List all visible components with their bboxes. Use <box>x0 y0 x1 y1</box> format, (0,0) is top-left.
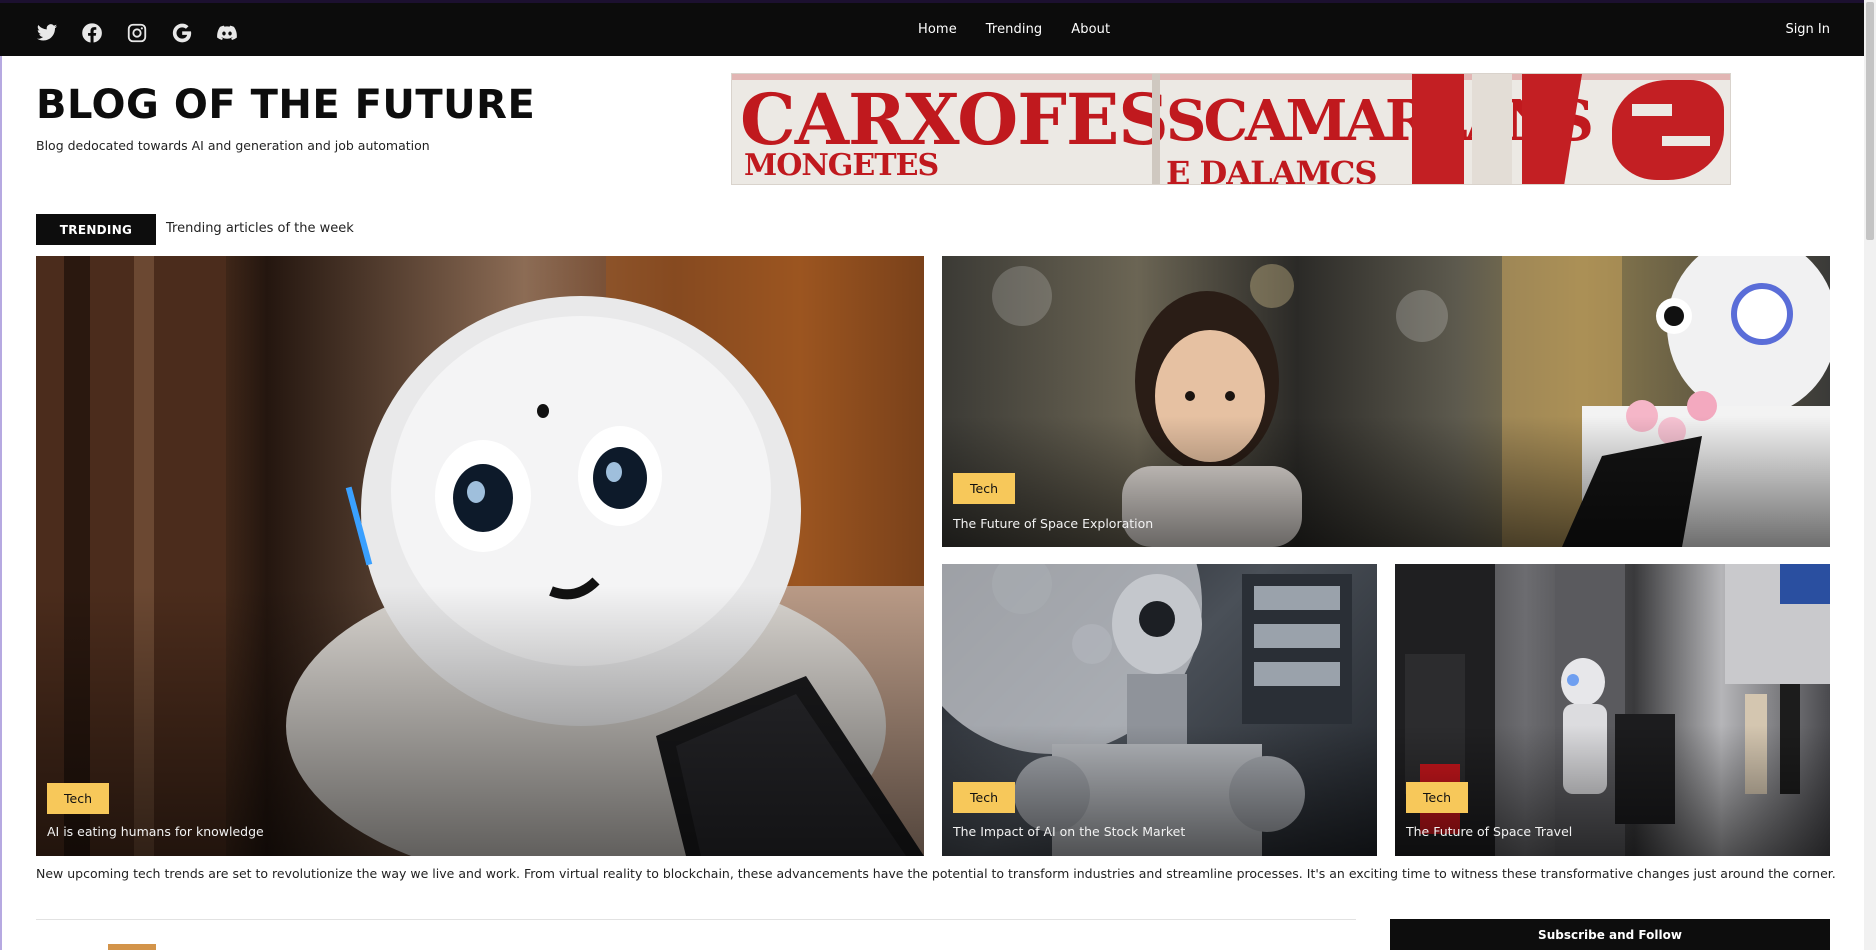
banner-word: MONGETES <box>744 148 939 183</box>
instagram-icon[interactable] <box>124 20 149 45</box>
trending-summary: New upcoming tech trends are set to revo… <box>36 866 1836 881</box>
article-card[interactable]: Tech The Future of Space Travel <box>1395 564 1830 856</box>
banner-block <box>1612 80 1724 180</box>
article-card-featured[interactable]: Tech AI is eating humans for knowledge <box>36 256 924 856</box>
facebook-icon[interactable] <box>79 20 104 45</box>
banner-divider <box>1472 74 1512 184</box>
section-divider <box>36 919 1356 920</box>
banner-divider <box>1152 74 1160 184</box>
social-links <box>34 20 239 45</box>
banner-ad[interactable]: CARXOFES MONGETES SCAMARLANS E DALAMCS <box>731 73 1731 185</box>
subscribe-header: Subscribe and Follow <box>1390 919 1830 950</box>
category-tag[interactable]: Tech <box>953 473 1015 504</box>
article-card[interactable]: Tech The Future of Space Exploration <box>942 256 1830 547</box>
main-nav: Home Trending About <box>918 22 1110 37</box>
page-scrollbar[interactable] <box>1864 0 1876 950</box>
article-card[interactable]: Tech The Impact of AI on the Stock Marke… <box>942 564 1377 856</box>
nav-about-link[interactable]: About <box>1071 22 1110 37</box>
next-section-image <box>108 944 156 950</box>
banner-block <box>1412 74 1464 184</box>
google-icon[interactable] <box>169 20 194 45</box>
trending-label: TRENDING <box>36 214 156 245</box>
category-tag[interactable]: Tech <box>953 782 1015 813</box>
discord-icon[interactable] <box>214 20 239 45</box>
scrollbar-thumb[interactable] <box>1866 2 1874 240</box>
site-title: BLOG OF THE FUTURE <box>36 82 536 128</box>
site-tagline: Blog dedocated towards AI and generation… <box>36 138 430 153</box>
nav-home-link[interactable]: Home <box>918 22 957 37</box>
twitter-icon[interactable] <box>34 20 59 45</box>
category-tag[interactable]: Tech <box>1406 782 1468 813</box>
trending-subtitle: Trending articles of the week <box>166 221 354 236</box>
category-tag[interactable]: Tech <box>47 783 109 814</box>
banner-word: E DALAMCS <box>1166 154 1377 185</box>
banner-block <box>1522 74 1582 184</box>
top-nav: Home Trending About Sign In <box>0 0 1864 56</box>
article-title[interactable]: The Future of Space Travel <box>1406 824 1572 839</box>
banner-tear <box>1662 136 1710 146</box>
article-title[interactable]: AI is eating humans for knowledge <box>47 824 264 839</box>
card-overlay <box>36 586 924 856</box>
nav-trending-link[interactable]: Trending <box>986 22 1042 37</box>
article-title[interactable]: The Impact of AI on the Stock Market <box>953 824 1185 839</box>
sign-in-link[interactable]: Sign In <box>1785 22 1830 37</box>
banner-tear <box>1632 104 1672 116</box>
article-title[interactable]: The Future of Space Exploration <box>953 516 1153 531</box>
window-edge <box>0 56 2 950</box>
